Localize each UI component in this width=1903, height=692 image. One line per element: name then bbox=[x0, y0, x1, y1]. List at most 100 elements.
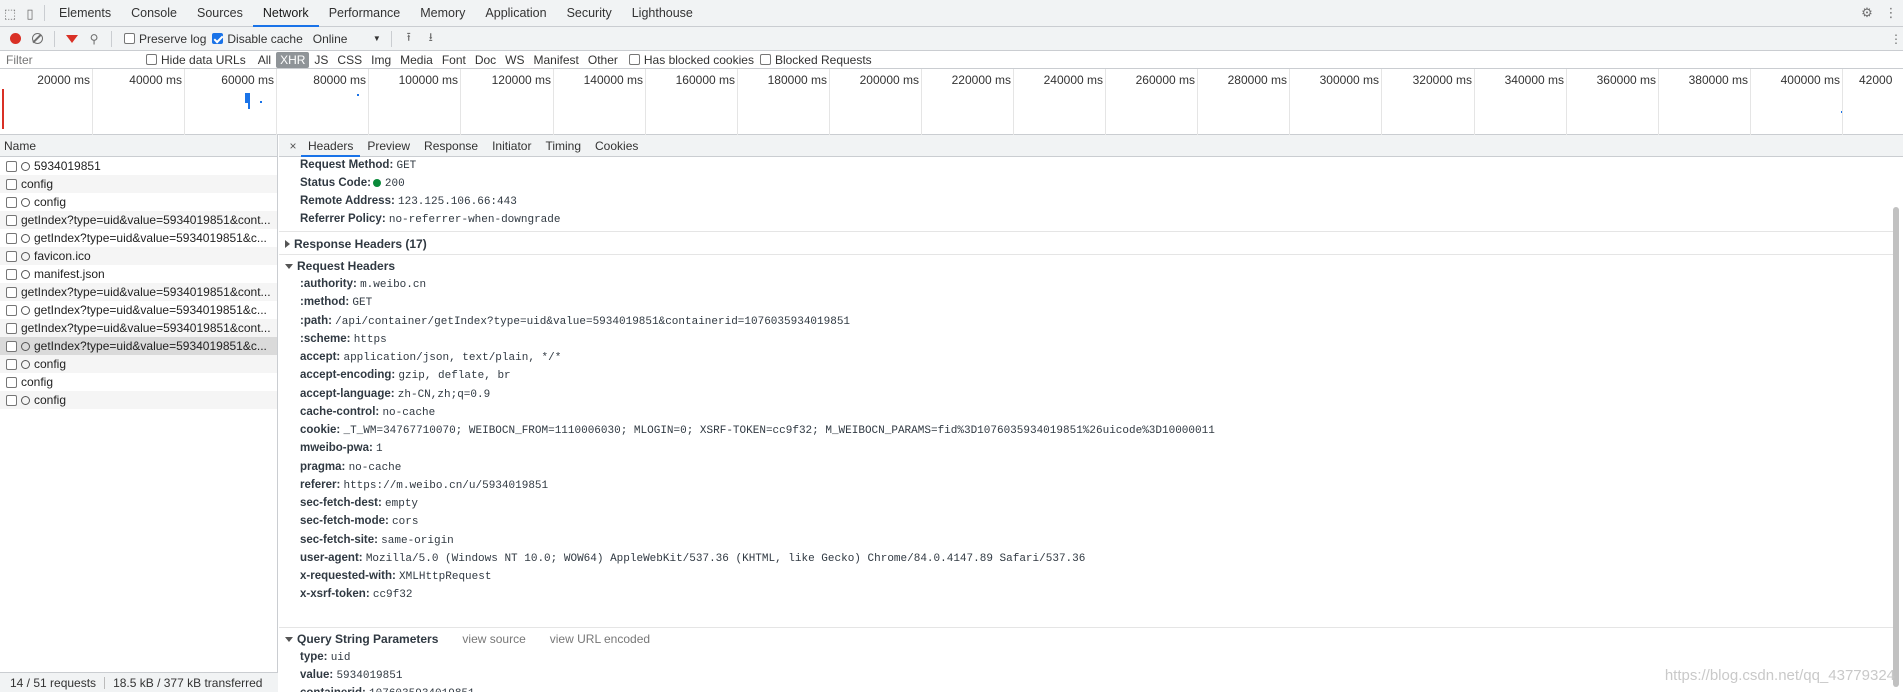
request-row[interactable]: 5934019851 bbox=[0, 157, 277, 175]
filter-type-font[interactable]: Font bbox=[438, 52, 470, 68]
request-row-checkbox[interactable] bbox=[6, 160, 17, 172]
tab-performance[interactable]: Performance bbox=[319, 0, 411, 26]
checkbox-box[interactable] bbox=[124, 33, 135, 44]
hide-data-urls-checkbox[interactable]: Hide data URLs bbox=[146, 53, 246, 67]
tab-initiator[interactable]: Initiator bbox=[485, 135, 538, 156]
request-row-checkbox[interactable] bbox=[6, 322, 17, 334]
checkbox-box[interactable] bbox=[628, 54, 640, 65]
request-row[interactable]: config bbox=[0, 175, 277, 193]
request-row-checkbox[interactable] bbox=[6, 394, 17, 406]
detail-scrollbar[interactable] bbox=[1891, 157, 1899, 692]
request-row[interactable]: getIndex?type=uid&value=5934019851&c... bbox=[0, 229, 277, 247]
request-row-checkbox[interactable] bbox=[6, 214, 17, 226]
request-row[interactable]: getIndex?type=uid&value=5934019851&cont.… bbox=[0, 211, 277, 229]
disable-cache-checkbox[interactable]: Disable cache bbox=[212, 31, 303, 46]
filter-type-img[interactable]: Img bbox=[367, 52, 395, 68]
request-row-checkbox[interactable] bbox=[6, 268, 17, 280]
request-row[interactable]: getIndex?type=uid&value=5934019851&c... bbox=[0, 301, 277, 319]
tab-response[interactable]: Response bbox=[417, 135, 485, 156]
request-row-checkbox[interactable] bbox=[6, 196, 17, 208]
tab-network[interactable]: Network bbox=[252, 0, 319, 27]
request-row[interactable]: config bbox=[0, 193, 277, 211]
import-har-button[interactable]: ⭱ bbox=[398, 28, 420, 50]
export-har-button[interactable]: ⭳ bbox=[420, 28, 442, 50]
request-row[interactable]: getIndex?type=uid&value=5934019851&c... bbox=[0, 337, 277, 355]
tab-security[interactable]: Security bbox=[557, 0, 622, 26]
timeline-tick-label: 400000 ms bbox=[1780, 73, 1840, 87]
request-name: favicon.ico bbox=[34, 249, 91, 263]
checkbox-box[interactable] bbox=[759, 54, 771, 65]
filter-type-media[interactable]: Media bbox=[396, 52, 437, 68]
header-key: Request Method: bbox=[300, 159, 394, 171]
header-key: sec-fetch-dest: bbox=[300, 497, 382, 509]
request-headers-section-toggle[interactable]: Request Headers bbox=[285, 259, 395, 273]
view-source-link[interactable]: view source bbox=[462, 632, 525, 646]
query-string-section-toggle[interactable]: Query String Parameters view source view U… bbox=[285, 632, 650, 646]
filter-type-xhr[interactable]: XHR bbox=[276, 51, 310, 68]
filter-type-ws[interactable]: WS bbox=[501, 52, 528, 68]
request-row-checkbox[interactable] bbox=[6, 232, 17, 244]
has-blocked-cookies-checkbox[interactable]: Has blocked cookies bbox=[628, 53, 754, 67]
device-toolbar-icon[interactable]: ▯ bbox=[20, 0, 40, 27]
blocked-requests-checkbox[interactable]: Blocked Requests bbox=[759, 53, 872, 67]
service-worker-icon bbox=[21, 269, 30, 279]
filter-type-doc[interactable]: Doc bbox=[471, 52, 500, 68]
request-row-checkbox[interactable] bbox=[6, 376, 17, 388]
filter-type-css[interactable]: CSS bbox=[333, 52, 366, 68]
request-row[interactable]: manifest.json bbox=[0, 265, 277, 283]
more-options-icon[interactable]: ⋮ bbox=[1879, 0, 1903, 27]
tab-sources[interactable]: Sources bbox=[187, 0, 253, 26]
request-row[interactable]: config bbox=[0, 373, 277, 391]
gear-icon[interactable]: ⚙ bbox=[1855, 0, 1879, 27]
view-url-encoded-link[interactable]: view URL encoded bbox=[550, 632, 650, 646]
request-row-checkbox[interactable] bbox=[6, 250, 17, 262]
tab-preview[interactable]: Preview bbox=[360, 135, 417, 156]
request-row[interactable]: favicon.ico bbox=[0, 247, 277, 265]
scroll-thumb[interactable] bbox=[1893, 207, 1899, 687]
request-row-checkbox[interactable] bbox=[6, 358, 17, 370]
tab-timing[interactable]: Timing bbox=[538, 135, 588, 156]
filter-toggle-button[interactable] bbox=[61, 28, 83, 50]
request-row-checkbox[interactable] bbox=[6, 178, 17, 190]
filter-input[interactable] bbox=[0, 51, 140, 68]
request-row[interactable]: getIndex?type=uid&value=5934019851&cont.… bbox=[0, 319, 277, 337]
hide-data-urls-label: Hide data URLs bbox=[161, 52, 246, 67]
tab-memory[interactable]: Memory bbox=[410, 0, 475, 26]
filter-type-manifest[interactable]: Manifest bbox=[530, 52, 583, 68]
request-row-checkbox[interactable] bbox=[6, 286, 17, 298]
tab-lighthouse[interactable]: Lighthouse bbox=[622, 0, 703, 26]
filter-type-all[interactable]: All bbox=[254, 52, 275, 68]
timeline-tick-label: 60000 ms bbox=[221, 73, 274, 87]
record-button[interactable] bbox=[4, 28, 26, 50]
header-key: accept-encoding: bbox=[300, 369, 396, 381]
request-row[interactable]: config bbox=[0, 391, 277, 409]
toolbar-overflow-button[interactable]: ⋮ bbox=[1889, 28, 1903, 50]
tab-application[interactable]: Application bbox=[475, 0, 556, 26]
tab-cookies[interactable]: Cookies bbox=[588, 135, 645, 156]
tab-headers[interactable]: Headers bbox=[301, 135, 361, 157]
name-column-header[interactable]: Name bbox=[0, 135, 277, 157]
request-row-checkbox[interactable] bbox=[6, 340, 17, 352]
response-headers-section-toggle[interactable]: Response Headers (17) bbox=[285, 237, 427, 251]
request-row-checkbox[interactable] bbox=[6, 304, 17, 316]
timeline-gridline bbox=[553, 69, 554, 135]
filter-type-other[interactable]: Other bbox=[584, 52, 622, 68]
close-icon[interactable]: × bbox=[285, 135, 301, 156]
request-row[interactable]: getIndex?type=uid&value=5934019851&cont.… bbox=[0, 283, 277, 301]
disable-cache-label: Disable cache bbox=[227, 31, 303, 46]
checkbox-box[interactable] bbox=[146, 54, 157, 65]
network-overview-timeline[interactable]: 20000 ms 40000 ms 60000 ms 80000 ms 100000 m… bbox=[0, 69, 1903, 135]
tab-console[interactable]: Console bbox=[121, 0, 187, 26]
tab-elements[interactable]: Elements bbox=[49, 0, 121, 26]
search-button[interactable]: ⚲ bbox=[83, 28, 105, 50]
request-row[interactable]: config bbox=[0, 355, 277, 373]
inspect-element-icon[interactable]: ⬚ bbox=[0, 0, 20, 27]
throttling-select[interactable]: Online ▼ bbox=[309, 30, 385, 48]
preserve-log-checkbox[interactable]: Preserve log bbox=[124, 32, 206, 46]
filter-type-js[interactable]: JS bbox=[310, 52, 332, 68]
param-key: containerid: bbox=[300, 687, 366, 692]
checkbox-box-checked[interactable] bbox=[212, 33, 224, 44]
timeline-gridline bbox=[1474, 69, 1475, 135]
query-param-row: type: uid bbox=[300, 651, 351, 664]
clear-button[interactable] bbox=[26, 28, 48, 50]
